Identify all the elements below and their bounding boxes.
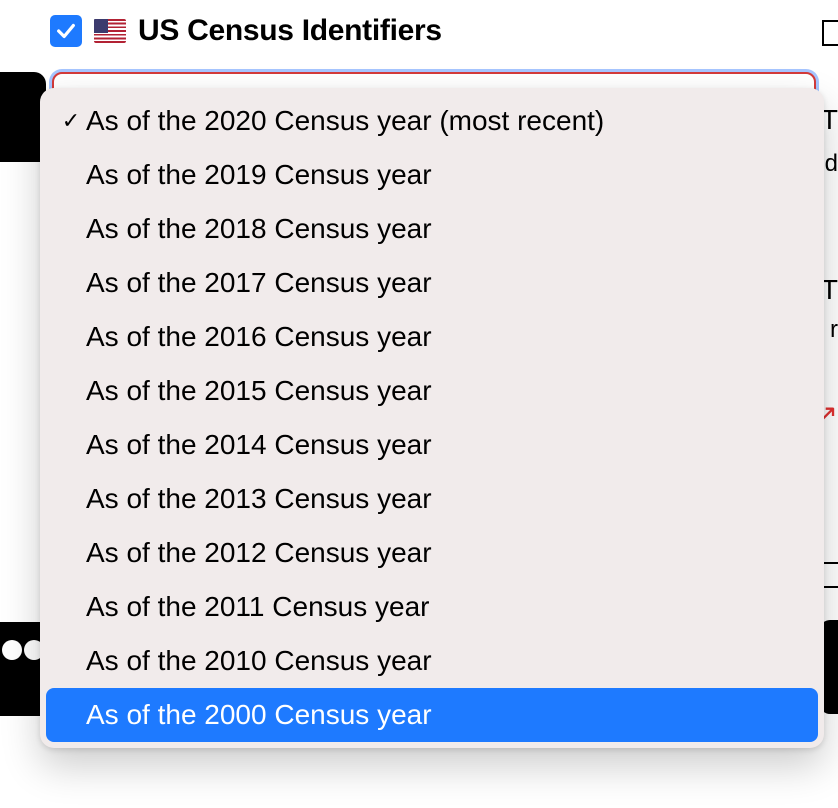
us-flag-icon xyxy=(94,19,126,43)
option-2011[interactable]: As of the 2011 Census year xyxy=(46,580,818,634)
option-2014[interactable]: As of the 2014 Census year xyxy=(46,418,818,472)
option-label: As of the 2011 Census year xyxy=(84,591,429,623)
us-census-checkbox[interactable] xyxy=(50,15,82,47)
option-2019[interactable]: As of the 2019 Census year xyxy=(46,148,818,202)
option-label: As of the 2016 Census year xyxy=(84,321,432,353)
option-2017[interactable]: As of the 2017 Census year xyxy=(46,256,818,310)
header-row: US Census Identifiers xyxy=(50,14,442,48)
option-2015[interactable]: As of the 2015 Census year xyxy=(46,364,818,418)
section-title: US Census Identifiers xyxy=(138,14,442,48)
obscured-text: d xyxy=(825,150,838,178)
option-label: As of the 2013 Census year xyxy=(84,483,432,515)
obscured-checkbox-right-top xyxy=(822,20,838,46)
option-2016[interactable]: As of the 2016 Census year xyxy=(46,310,818,364)
option-label: As of the 2019 Census year xyxy=(84,159,432,191)
option-2018[interactable]: As of the 2018 Census year xyxy=(46,202,818,256)
option-2013[interactable]: As of the 2013 Census year xyxy=(46,472,818,526)
option-2010[interactable]: As of the 2010 Census year xyxy=(46,634,818,688)
option-label: As of the 2017 Census year xyxy=(84,267,432,299)
option-label: As of the 2010 Census year xyxy=(84,645,432,677)
obscured-checkbox-right xyxy=(822,562,838,588)
obscured-text: r xyxy=(830,316,838,344)
option-label: As of the 2012 Census year xyxy=(84,537,432,569)
option-label: As of the 2020 Census year (most recent) xyxy=(84,105,604,137)
selected-check-icon: ✓ xyxy=(62,110,80,132)
checkmark-icon xyxy=(55,20,77,42)
option-2000[interactable]: As of the 2000 Census year xyxy=(46,688,818,742)
option-2012[interactable]: As of the 2012 Census year xyxy=(46,526,818,580)
option-label: As of the 2014 Census year xyxy=(84,429,432,461)
option-label: As of the 2000 Census year xyxy=(84,699,432,731)
census-year-dropdown: ✓ As of the 2020 Census year (most recen… xyxy=(40,88,824,748)
obscured-text: h xyxy=(825,680,838,708)
option-label: As of the 2015 Census year xyxy=(84,375,432,407)
option-2020[interactable]: ✓ As of the 2020 Census year (most recen… xyxy=(46,94,818,148)
option-label: As of the 2018 Census year xyxy=(84,213,432,245)
